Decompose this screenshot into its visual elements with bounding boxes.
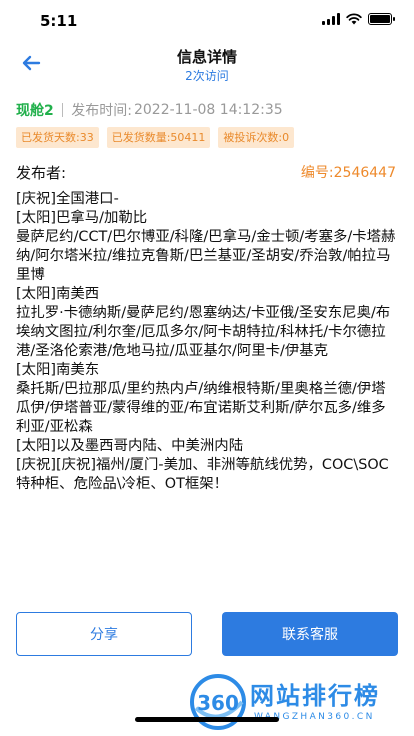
content-line: 桑托斯/巴拉那瓜/里约热内卢/纳维根特斯/里奥格兰德/伊塔瓜伊/伊塔普亚/蒙得维…: [16, 381, 386, 435]
post-content: [庆祝]全国港口- [太阳]巴拿马/加勒比 曼萨尼约/CCT/巴尔博亚/科隆/巴…: [16, 190, 398, 494]
status-icons: [322, 13, 395, 25]
contact-service-button[interactable]: 联系客服: [222, 612, 398, 656]
publisher-label: 发布者:: [16, 164, 67, 182]
battery-icon: [368, 13, 395, 25]
content-line: [太阳]以及墨西哥内陆、中美洲内陆: [16, 438, 244, 454]
watermark: 360 网站排行榜 WANGZHAN360.CN: [188, 670, 408, 734]
stats-badges: 已发货天数:33 已发货数量:50411 被投诉次数:0: [16, 127, 295, 148]
navigation-bar: 信息详情 2次访问: [0, 40, 414, 90]
watermark-logo: 360: [190, 674, 246, 730]
complaint-count-badge: 被投诉次数:0: [218, 127, 295, 148]
meta-divider: [61, 103, 64, 117]
wifi-icon: [346, 13, 362, 25]
visit-count: 2次访问: [185, 69, 229, 83]
publish-time-label: 发布时间:: [71, 103, 132, 119]
publisher-row: 发布者: 编号:2546447: [16, 162, 396, 182]
content-line: [太阳]南美东: [16, 362, 100, 378]
post-meta: 现舱2 发布时间: 2022-11-08 14:12:35: [16, 100, 283, 120]
content-line: 拉扎罗·卡德纳斯/曼萨尼约/恩塞纳达/卡亚俄/圣安东尼奥/布埃纳文图拉/利尔奎/…: [16, 305, 391, 359]
post-id: 编号:2546447: [300, 165, 396, 181]
watermark-text: 网站排行榜: [250, 682, 380, 710]
content-line: [太阳]南美西: [16, 286, 100, 302]
shipped-quantity-badge: 已发货数量:50411: [106, 127, 211, 148]
content-line: [庆祝]全国港口-: [16, 191, 119, 207]
content-line: [庆祝][庆祝]福州/厦门-美加、非洲等航线优势，COC\SOC特种柜、危险品\…: [16, 457, 389, 492]
author-name: 现舱2: [16, 103, 54, 119]
publish-time: 2022-11-08 14:12:35: [133, 102, 283, 118]
status-bar: 5:11: [0, 0, 414, 40]
content-line: [太阳]巴拿马/加勒比: [16, 210, 148, 226]
content-line: 曼萨尼约/CCT/巴尔博亚/科隆/巴拿马/金士顿/考塞多/卡塔赫纳/阿尔塔米拉/…: [16, 229, 396, 283]
cellular-signal-icon: [322, 13, 340, 25]
status-time: 5:11: [40, 12, 78, 30]
page-title: 信息详情: [176, 48, 237, 66]
share-button[interactable]: 分享: [16, 612, 192, 656]
watermark-logo-text: 360: [197, 691, 239, 715]
home-indicator: [135, 717, 279, 722]
shipped-days-badge: 已发货天数:33: [16, 127, 99, 148]
